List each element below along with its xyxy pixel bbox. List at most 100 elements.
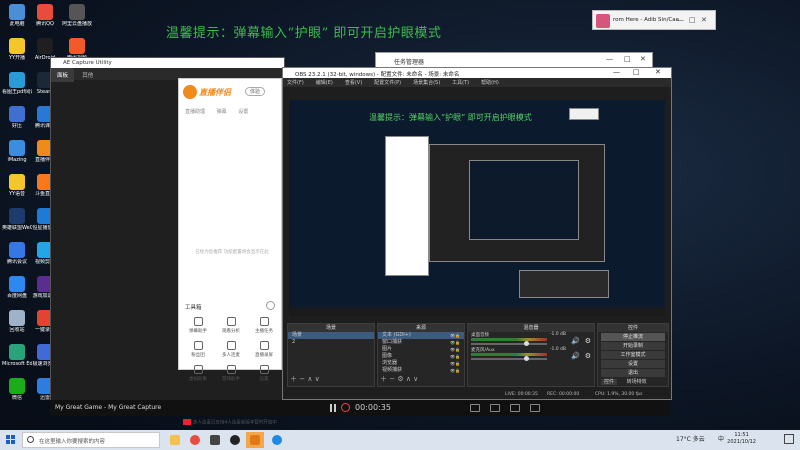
desktop-icon[interactable]: 阿里云盘播放器 [62, 4, 92, 27]
tool-item[interactable]: 观看分析 [216, 317, 246, 334]
source-item[interactable]: 图片 👁🔒 [378, 346, 464, 353]
record-icon[interactable] [341, 403, 350, 412]
more-icon[interactable] [266, 301, 275, 310]
tab-panel[interactable]: 面板 [51, 68, 75, 82]
visibility-lock-icon[interactable]: 👁🔒 [450, 339, 460, 346]
notification-icon[interactable] [784, 434, 794, 444]
desktop-icon[interactable]: 此电脑 [2, 4, 32, 27]
browser-taskbar[interactable] [268, 432, 286, 448]
mic-icon[interactable] [530, 404, 540, 412]
helper-footer[interactable]: 多人连麦已支持4人连麦新版本暂时开放中 [183, 419, 279, 426]
tool-item[interactable]: 粉丝团 [183, 341, 213, 358]
close-button[interactable]: ✕ [701, 16, 707, 24]
close-button[interactable]: ✕ [655, 68, 661, 76]
tool-item[interactable]: 虚拟形象 [183, 365, 213, 382]
mini-player-window[interactable]: rom Here - Adib Sin/Cae — □ ✕ [592, 10, 716, 30]
minimize-button[interactable]: — [677, 16, 684, 24]
desktop-icon[interactable]: YY语音 [2, 174, 32, 197]
maximize-button[interactable]: □ [689, 16, 696, 24]
app-icon [9, 140, 25, 156]
tab-controls[interactable]: 控件 [601, 379, 618, 385]
source-item[interactable]: 视频捕获 👁🔒 [378, 367, 464, 374]
pause-icon[interactable] [330, 404, 336, 412]
version-badge[interactable]: 体验 [245, 87, 266, 96]
desktop-icon[interactable]: YY开播 [2, 38, 32, 61]
desktop-icon[interactable]: Microsoft Edge [2, 344, 32, 367]
desktop-icon[interactable]: 腾讯会议 [2, 242, 32, 265]
chrome-taskbar[interactable] [186, 432, 204, 448]
obs-preview[interactable]: 温馨提示：弹幕输入“护眼” 即可开启护眼模式 [289, 100, 665, 316]
tool-item[interactable]: 直播录屏 [249, 341, 279, 358]
obs-window[interactable]: OBS 23.2.1 (32-bit, windows) - 配置文件: 未命名… [282, 67, 672, 400]
desktop-icon[interactable]: 腾讯QQ [30, 4, 60, 27]
tool-item[interactable]: 多人连麦 [216, 341, 246, 358]
taskbar-search[interactable]: 在这里输入你要搜索的内容 [22, 432, 160, 448]
desktop-icon[interactable]: 看图王pdf阅读器 [2, 72, 32, 95]
maximize-button[interactable]: □ [624, 55, 631, 63]
minimize-button[interactable]: — [606, 55, 613, 63]
weather[interactable]: 17°C 多云 [676, 434, 705, 443]
desktop-icon[interactable]: 英雄联盟WeGame版 [2, 208, 32, 231]
menu-item[interactable]: 查看(V) [345, 80, 362, 86]
windows-start-icon[interactable] [6, 435, 16, 445]
control-button[interactable]: 设置 [601, 360, 665, 368]
obs-taskbar[interactable] [226, 432, 244, 448]
source-item[interactable]: 图像 👁🔒 [378, 353, 464, 360]
maximize-button[interactable]: □ [633, 68, 640, 76]
tool-item[interactable]: 弹幕助手 [183, 317, 213, 334]
menu-item[interactable]: 工具(T) [452, 80, 469, 86]
visibility-lock-icon[interactable]: 👁🔒 [450, 353, 460, 360]
visibility-lock-icon[interactable]: 👁🔒 [450, 367, 460, 374]
volume-slider[interactable] [471, 343, 547, 345]
tab-transitions[interactable]: 转场特效 [627, 379, 647, 385]
camera-icon[interactable] [510, 404, 520, 412]
speaker-icon[interactable]: 🔊 [571, 337, 580, 345]
settings-icon[interactable] [490, 404, 500, 412]
tab-other[interactable]: 其他 [76, 68, 99, 82]
gear-icon[interactable]: ⚙ [585, 337, 591, 345]
volume-knob[interactable] [523, 341, 529, 346]
tool-item[interactable]: 设置 [249, 365, 279, 382]
visibility-lock-icon[interactable]: 👁🔒 [450, 360, 460, 367]
source-item[interactable]: 文本 (GDI+) 👁🔒 [378, 332, 464, 339]
control-button[interactable]: 停止推流 [601, 333, 665, 341]
tool-item[interactable]: 主播任务 [249, 317, 279, 334]
tab-assistant[interactable]: 直播助理 [185, 109, 205, 115]
tab-danmaku[interactable]: 弹幕 [217, 109, 227, 115]
menu-item[interactable]: 配置文件(P) [374, 80, 401, 86]
visibility-lock-icon[interactable]: 👁🔒 [450, 346, 460, 353]
desktop-icon[interactable]: iMazing [2, 140, 32, 163]
speaker-icon[interactable]: 🔊 [571, 352, 580, 360]
menu-item[interactable]: 文件(F) [287, 80, 304, 86]
volume-knob[interactable] [523, 356, 529, 361]
menu-item[interactable]: 编辑(E) [316, 80, 333, 86]
ae-taskbar[interactable] [206, 432, 224, 448]
desktop-icon[interactable]: 微信 [2, 378, 32, 401]
source-controls[interactable]: ＋ − ⚙ ∧ ∨ [380, 374, 418, 384]
desktop-icon[interactable]: 百度网盘 [2, 276, 32, 299]
ime-indicator[interactable]: 中 [718, 434, 724, 443]
control-button[interactable]: 开始录制 [601, 342, 665, 350]
tab-settings[interactable]: 设置 [238, 109, 248, 115]
volume-slider[interactable] [471, 358, 547, 360]
minimize-button[interactable]: — [613, 68, 620, 76]
menu-item[interactable]: 场景集合(S) [413, 80, 440, 86]
file-explorer-taskbar[interactable] [166, 432, 184, 448]
live-companion-taskbar[interactable] [246, 432, 264, 448]
clock[interactable]: 11:51 2021/10/12 [727, 432, 756, 446]
source-item[interactable]: 浏览器 👁🔒 [378, 360, 464, 367]
gear-icon[interactable]: ⚙ [585, 352, 591, 360]
tool-item[interactable]: 游戏助手 [216, 365, 246, 382]
scene-controls[interactable]: ＋ − ∧ ∨ [290, 374, 320, 384]
screenshot-icon[interactable] [470, 404, 480, 412]
source-item[interactable]: 窗口捕获 👁🔒 [378, 339, 464, 346]
desktop-icon[interactable]: 好压 [2, 106, 32, 129]
scene-item[interactable]: 场景 [288, 332, 374, 339]
scene-item[interactable]: 2 [288, 339, 374, 346]
menu-item[interactable]: 帮助(H) [481, 80, 499, 86]
visibility-lock-icon[interactable]: 👁🔒 [450, 332, 460, 339]
control-button[interactable]: 退出 [601, 369, 665, 377]
desktop-icon[interactable]: 回收站 [2, 310, 32, 333]
close-button[interactable]: ✕ [640, 55, 646, 63]
control-button[interactable]: 工作室模式 [601, 351, 665, 359]
